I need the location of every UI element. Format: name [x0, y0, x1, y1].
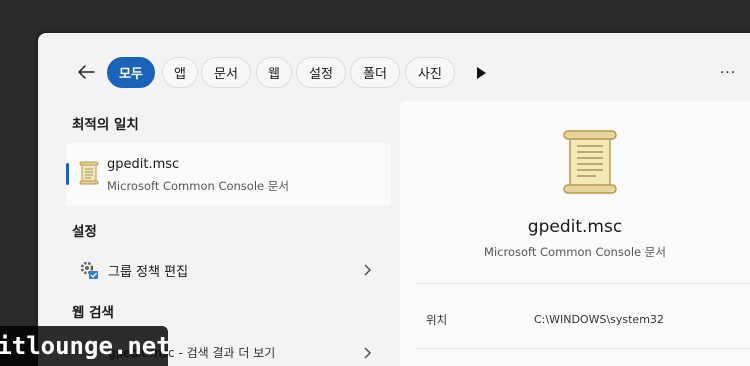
search-panel: 모두 앱 문서 웹 설정 폴더 사진 ··· 최적의 일치 gpedit.msc… — [38, 33, 750, 366]
scroll-document-icon — [79, 161, 99, 185]
filter-photos[interactable]: 사진 — [405, 57, 455, 88]
chevron-right-icon — [361, 346, 373, 360]
watermark: itlounge.net — [0, 326, 171, 366]
best-match-type: Microsoft Common Console 문서 — [107, 179, 289, 193]
divider — [416, 348, 750, 349]
filter-documents[interactable]: 문서 — [201, 57, 251, 88]
best-match-name: gpedit.msc — [107, 157, 180, 172]
details-subtitle: Microsoft Common Console 문서 — [484, 245, 666, 259]
filter-all[interactable]: 모두 — [107, 57, 155, 88]
section-best-match: 최적의 일치 — [72, 117, 139, 133]
best-match-item[interactable]: gpedit.msc Microsoft Common Console 문서 — [66, 143, 391, 206]
filter-settings[interactable]: 설정 — [296, 57, 346, 88]
scroll-document-icon — [563, 130, 617, 194]
settings-item-group-policy[interactable]: 그룹 정책 편집 — [66, 252, 391, 288]
settings-item-label: 그룹 정책 편집 — [108, 265, 189, 280]
section-settings: 설정 — [72, 224, 97, 240]
divider — [416, 283, 750, 284]
more-filters-button[interactable] — [474, 66, 488, 80]
more-options-button[interactable]: ··· — [718, 63, 738, 83]
back-button[interactable] — [74, 60, 98, 84]
filter-web[interactable]: 웹 — [256, 57, 292, 88]
filter-apps[interactable]: 앱 — [162, 57, 198, 88]
details-pane: gpedit.msc Microsoft Common Console 문서 위… — [400, 101, 750, 366]
ellipsis-icon: ··· — [719, 65, 737, 81]
selection-indicator — [66, 163, 69, 185]
chevron-right-icon — [361, 263, 373, 277]
section-web-search: 웹 검색 — [72, 305, 114, 321]
play-icon — [477, 67, 486, 79]
filter-folders[interactable]: 폴더 — [350, 57, 400, 88]
location-value: C:\WINDOWS\system32 — [534, 313, 664, 326]
location-label: 위치 — [426, 313, 448, 327]
policy-settings-icon — [80, 261, 98, 279]
details-title: gpedit.msc — [527, 217, 623, 237]
back-arrow-icon — [78, 65, 95, 79]
